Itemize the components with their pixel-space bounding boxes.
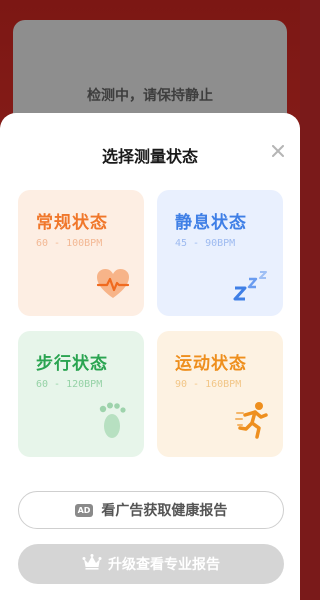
card-name: 常规状态: [36, 213, 108, 233]
crown-icon: [82, 554, 102, 574]
card-name: 步行状态: [36, 354, 108, 374]
footprint-icon: [98, 401, 128, 445]
card-normal-state[interactable]: 常规状态 60 - 100BPM: [18, 190, 144, 316]
sheet-title: 选择测量状态: [101, 147, 198, 166]
watch-ad-report-button[interactable]: AD 看广告获取健康报告: [18, 491, 284, 529]
card-range: 90 - 160BPM: [175, 379, 242, 390]
card-range: 60 - 100BPM: [36, 238, 103, 249]
card-name: 静息状态: [175, 213, 247, 233]
card-range: 45 - 90BPM: [175, 238, 236, 249]
ad-button-label: 看广告获取健康报告: [101, 503, 228, 519]
sleep-zzz-icon: [233, 270, 271, 306]
close-button[interactable]: [268, 141, 288, 161]
heart-pulse-icon: [96, 268, 130, 304]
card-name: 运动状态: [175, 354, 247, 374]
pro-button-label: 升级查看专业报告: [108, 557, 220, 573]
card-range: 60 - 120BPM: [36, 379, 103, 390]
measurement-state-sheet: 选择测量状态 常规状态 60 - 100BPM 静息状态 45 - 90BPM: [0, 113, 300, 600]
ad-icon: AD: [74, 503, 94, 517]
card-walking-state[interactable]: 步行状态 60 - 120BPM: [18, 331, 144, 457]
card-resting-state[interactable]: 静息状态 45 - 90BPM: [157, 190, 283, 316]
card-exercise-state[interactable]: 运动状态 90 - 160BPM: [157, 331, 283, 457]
upgrade-pro-report-button[interactable]: 升级查看专业报告: [18, 544, 284, 584]
detection-status-text: 检测中，请保持静止: [87, 88, 213, 104]
close-icon: [272, 142, 284, 161]
running-person-icon: [235, 401, 269, 443]
